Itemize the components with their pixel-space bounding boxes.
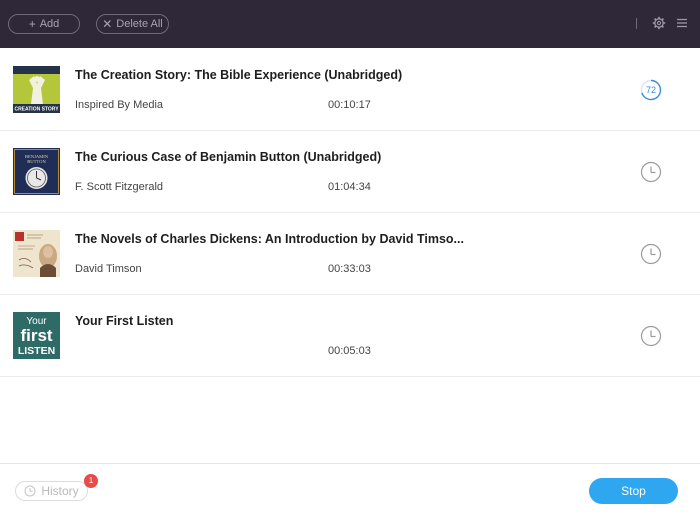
add-button-label: Add — [39, 18, 60, 30]
toolbar-divider — [636, 18, 637, 29]
clock-icon — [640, 243, 662, 265]
item-duration: 00:10:17 — [328, 99, 371, 111]
item-author: Inspired By Media — [75, 99, 164, 111]
hamburger-menu-icon[interactable] — [675, 16, 689, 30]
plus-icon: + — [28, 17, 36, 31]
history-button-label: History — [41, 484, 79, 498]
cover-art-creation-story: CREATION STORY — [13, 66, 60, 113]
clock-icon — [24, 485, 36, 497]
cover-art-charles-dickens — [13, 230, 60, 277]
cover-text: BUTTON — [27, 159, 46, 164]
list-item[interactable]: The Novels of Charles Dickens: An Introd… — [0, 213, 700, 295]
item-title: Your First Listen — [75, 314, 174, 328]
item-title: The Creation Story: The Bible Experience… — [75, 68, 403, 82]
history-badge: 1 — [84, 474, 98, 488]
item-author: F. Scott Fitzgerald — [75, 181, 164, 193]
x-icon: ✕ — [102, 17, 113, 31]
delete-all-button[interactable]: ✕ Delete All — [96, 14, 169, 34]
cover-text: LISTEN — [18, 345, 55, 357]
clock-icon — [640, 161, 662, 183]
toolbar: + Add ✕ Delete All — [0, 0, 700, 48]
cover-text: first — [20, 326, 52, 345]
item-duration: 00:33:03 — [328, 263, 371, 275]
download-list: CREATION STORY The Creation Story: The B… — [0, 49, 700, 377]
list-item[interactable]: Your first LISTEN Your First Listen 00:0… — [0, 295, 700, 377]
list-item[interactable]: BENJAMIN BUTTON The Curious Case of Benj… — [0, 131, 700, 213]
cover-art-benjamin-button: BENJAMIN BUTTON — [13, 148, 60, 195]
history-button[interactable]: History — [15, 481, 88, 501]
item-author: David Timson — [75, 263, 142, 275]
cover-art-your-first-listen: Your first LISTEN — [13, 312, 60, 359]
delete-all-button-label: Delete All — [116, 18, 163, 30]
item-duration: 01:04:34 — [328, 181, 371, 193]
list-item[interactable]: CREATION STORY The Creation Story: The B… — [0, 49, 700, 131]
add-button[interactable]: + Add — [8, 14, 80, 34]
clock-icon — [640, 325, 662, 347]
item-title: The Novels of Charles Dickens: An Introd… — [75, 232, 464, 246]
item-duration: 00:05:03 — [328, 345, 371, 357]
progress-percent: 72 — [645, 85, 656, 95]
gear-icon[interactable] — [652, 16, 666, 30]
stop-button[interactable]: Stop — [589, 478, 678, 504]
item-title: The Curious Case of Benjamin Button (Una… — [75, 150, 382, 164]
cover-text: CREATION STORY — [14, 107, 59, 113]
footer-bar: History 1 Stop — [0, 463, 700, 516]
